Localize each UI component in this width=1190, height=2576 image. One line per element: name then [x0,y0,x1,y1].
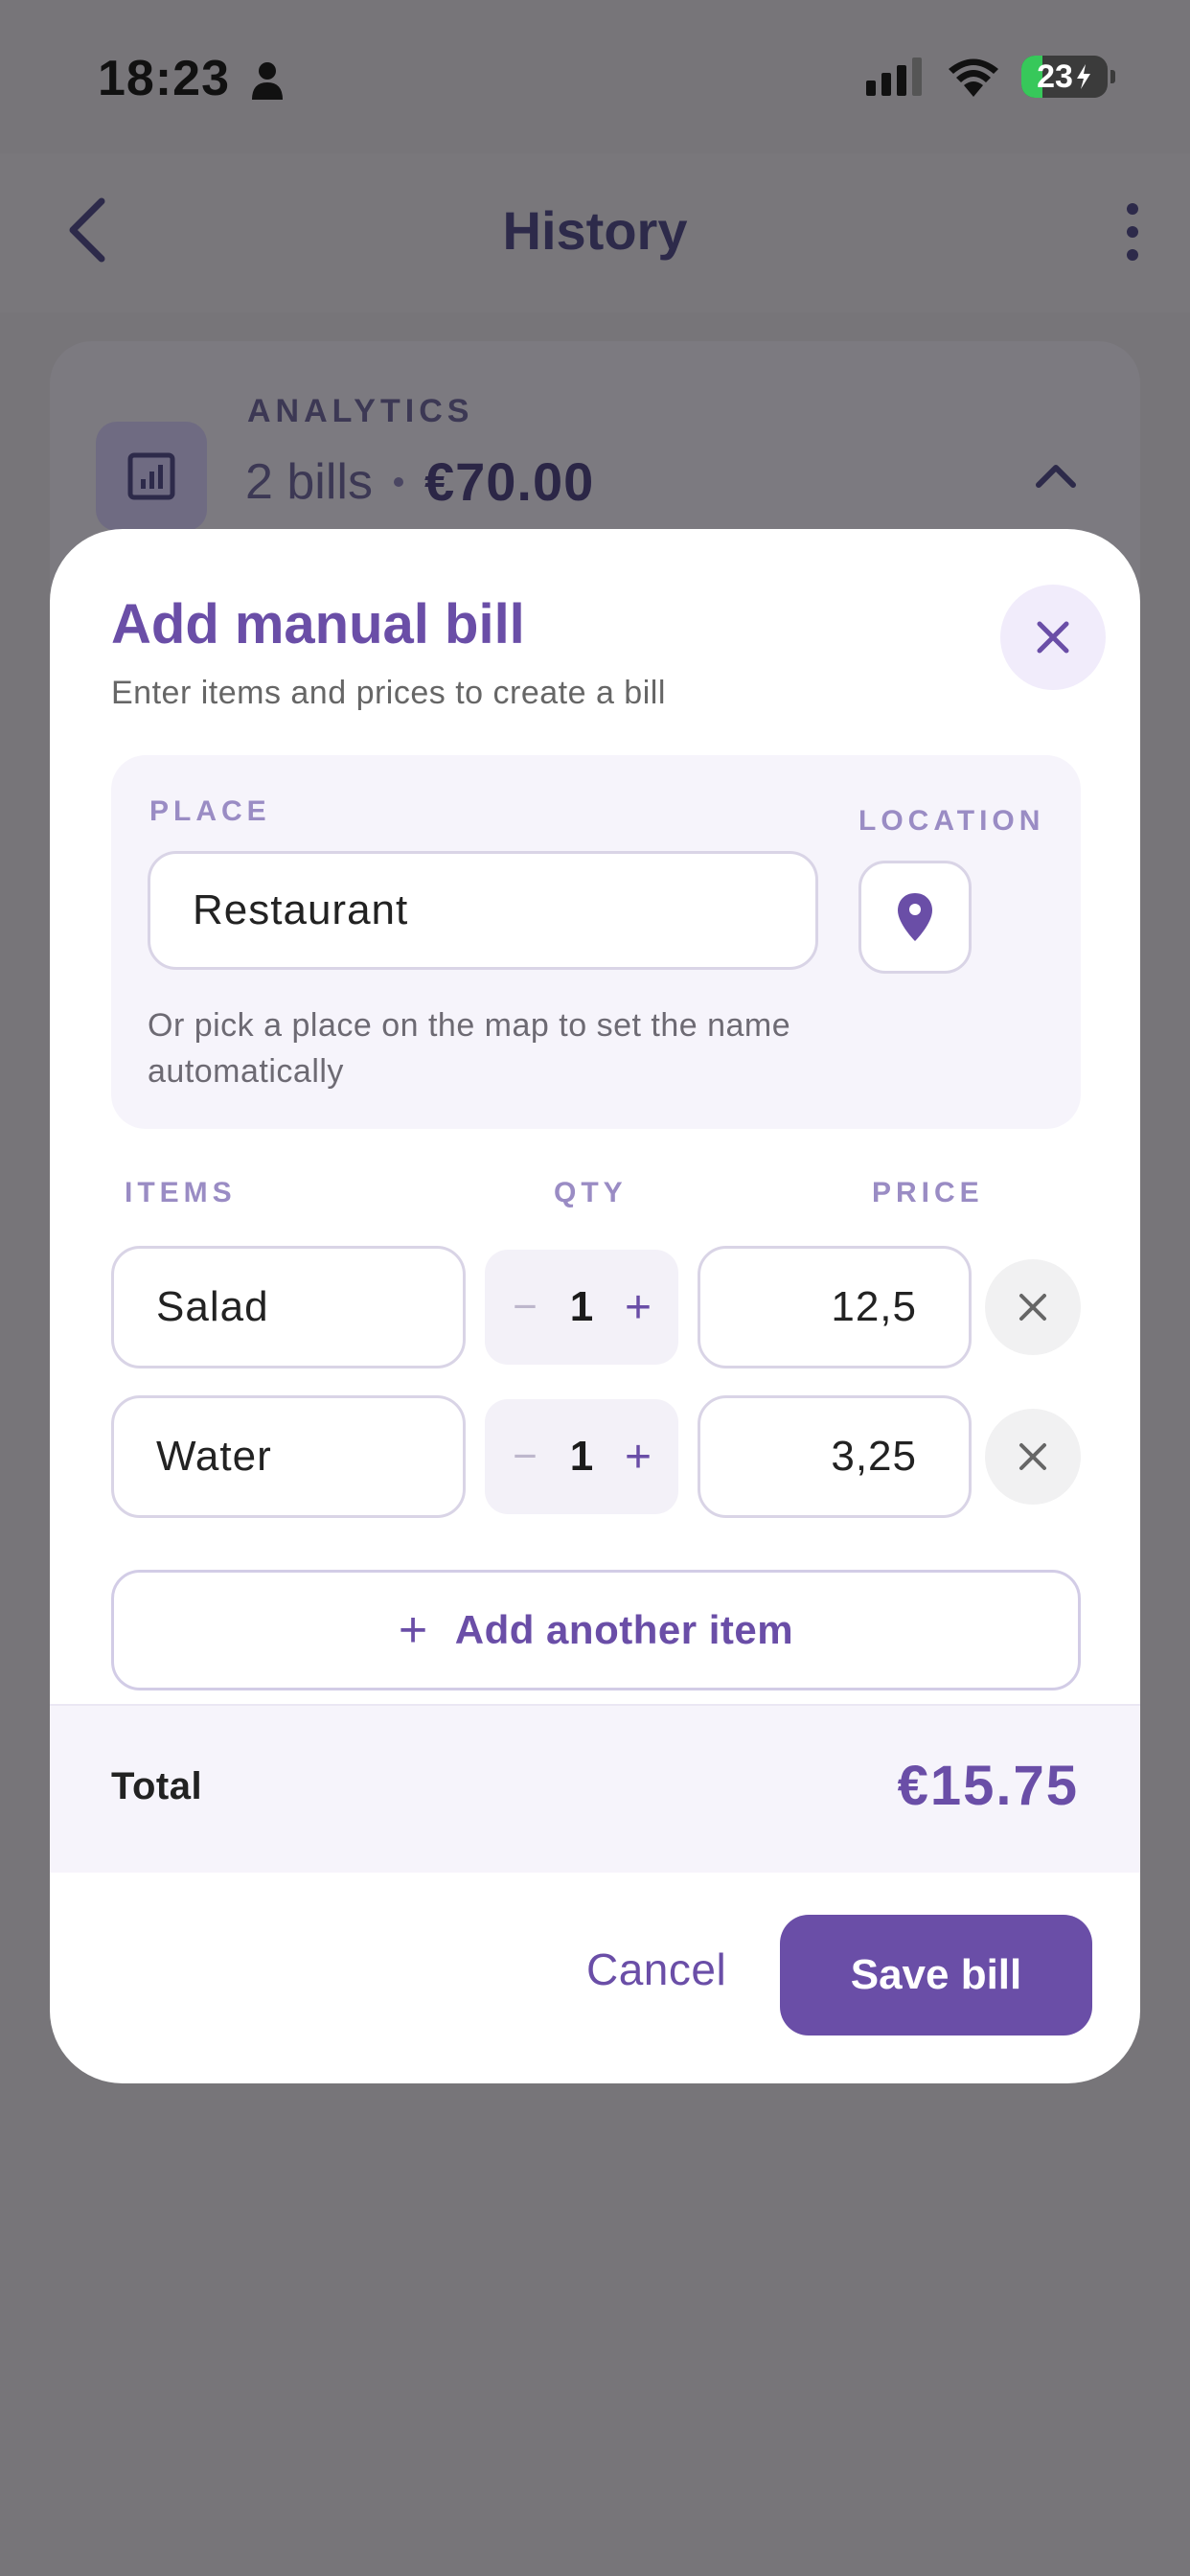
plus-icon: + [398,1602,428,1658]
battery-icon: 23 [1021,56,1115,98]
wifi-icon [949,58,998,97]
qty-increase-button[interactable]: + [619,1431,657,1484]
save-bill-button[interactable]: Save bill [780,1915,1092,2036]
analytics-summary: 2 bills €70.00 [245,450,594,513]
qty-decrease-button[interactable]: − [506,1433,544,1481]
place-hint: Or pick a place on the map to set the na… [148,1007,791,1090]
quantity-stepper: − 1 + [485,1399,678,1514]
close-icon [1037,621,1069,654]
items-column-label: ITEMS [125,1177,237,1208]
price-column-label: PRICE [872,1177,984,1208]
qty-value: 1 [569,1433,594,1480]
item-row: Water − 1 + 3,25 [111,1395,1083,1518]
place-card: PLACE LOCATION Restaurant Or pick a plac… [111,755,1081,1129]
place-input[interactable]: Restaurant [148,851,818,970]
battery-level: 23 [1037,58,1073,95]
location-button[interactable] [858,861,972,974]
add-item-button[interactable]: + Add another item [111,1570,1081,1690]
qty-increase-button[interactable]: + [619,1281,657,1334]
total-label: Total [111,1765,203,1807]
page-title: History [502,200,688,261]
item-name-input[interactable]: Salad [111,1246,466,1368]
total-bar: Total €15.75 [50,1704,1140,1873]
modal-title: Add manual bill [111,593,525,656]
analytics-bill-count: 2 bills [245,453,373,510]
chevron-up-icon[interactable] [1033,460,1079,491]
analytics-amount: €70.00 [423,451,595,512]
close-icon [1019,1294,1046,1321]
qty-column-label: QTY [554,1177,628,1208]
item-price-input[interactable]: 12,5 [698,1246,972,1368]
remove-item-button[interactable] [985,1259,1081,1355]
status-time: 18:23 [98,51,230,106]
analytics-chart-icon [96,422,207,531]
modal-subtitle: Enter items and prices to create a bill [111,675,666,711]
add-item-label: Add another item [454,1607,794,1652]
status-indicators: 23 [866,56,1115,98]
add-manual-bill-modal: Add manual bill Enter items and prices t… [50,529,1140,2083]
analytics-label: ANALYTICS [247,393,474,429]
quantity-stepper: − 1 + [485,1250,678,1365]
location-label: LOCATION [858,805,1045,837]
map-pin-icon [898,893,932,941]
cancel-button[interactable]: Cancel [586,1944,726,1995]
separator-dot [393,476,403,487]
qty-decrease-button[interactable]: − [506,1283,544,1331]
qty-value: 1 [569,1283,594,1330]
status-bar: 18:23 23 [0,0,1190,153]
total-value: €15.75 [897,1755,1079,1817]
close-button[interactable] [1000,585,1106,690]
item-row: Salad − 1 + 12,5 [111,1246,1083,1368]
item-name-input[interactable]: Water [111,1395,466,1518]
place-label: PLACE [149,795,271,827]
remove-item-button[interactable] [985,1409,1081,1505]
close-icon [1019,1443,1046,1470]
person-icon [252,62,283,100]
more-vertical-icon[interactable] [1113,201,1152,263]
signal-icon [866,58,922,96]
item-price-input[interactable]: 3,25 [698,1395,972,1518]
